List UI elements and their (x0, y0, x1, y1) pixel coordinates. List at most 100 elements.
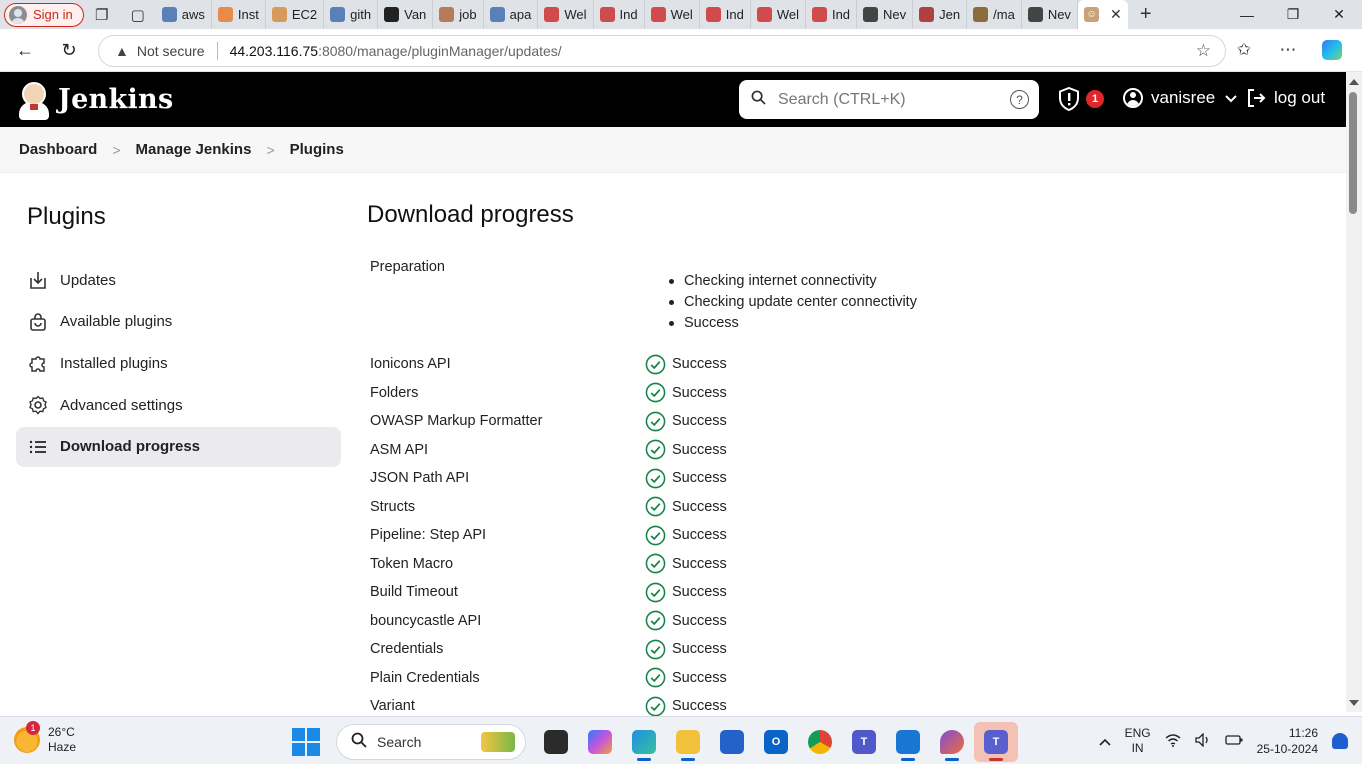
slash-icon (756, 7, 772, 22)
refresh-icon[interactable]: ↻ (47, 32, 91, 68)
url-field[interactable]: ▲ Not secure 44.203.116.75:8080/manage/p… (98, 35, 1226, 67)
plugin-row: Structs Success (370, 493, 970, 522)
browser-tab-label: Ind (831, 7, 851, 22)
taskbar-search[interactable]: Search (336, 724, 526, 760)
browser-tab[interactable]: gith (324, 0, 379, 29)
sidebar-item-installed-plugins[interactable]: Installed plugins (16, 343, 341, 383)
chevron-up-icon[interactable] (1099, 733, 1111, 749)
browser-tab[interactable]: Ind (700, 0, 751, 29)
jenkins-brand: Jenkins (58, 84, 174, 115)
clock[interactable]: 11:26 25-10-2024 (1257, 725, 1318, 757)
workspaces-icon[interactable]: ❐ (84, 1, 120, 29)
chrome-app[interactable] (798, 722, 842, 762)
breadcrumb-manage-jenkins[interactable]: Manage Jenkins (136, 141, 252, 158)
browser-tab[interactable]: aws (156, 0, 212, 29)
notification-bell-icon[interactable] (1332, 733, 1348, 749)
more-menu-icon[interactable]: ⋯ (1266, 32, 1310, 68)
plugin-status-label: Success (672, 413, 727, 430)
search-icon (351, 732, 367, 752)
breadcrumb-plugins[interactable]: Plugins (290, 141, 344, 158)
list-icon (28, 437, 48, 457)
address-bar-row: ← ↻ ▲ Not secure 44.203.116.75:8080/mana… (0, 29, 1362, 72)
store-app[interactable] (710, 722, 754, 762)
wifi-icon[interactable] (1165, 733, 1181, 750)
taskbar-apps: Search O T T (290, 722, 1018, 762)
jenkins-home-link[interactable]: Jenkins (18, 80, 173, 120)
close-tab-icon[interactable]: ✕ (1110, 6, 1122, 23)
back-arrow-icon[interactable]: ← (3, 32, 47, 68)
battery-icon[interactable] (1224, 733, 1243, 749)
browser-tab[interactable]: Ind (806, 0, 858, 29)
preparation-label: Preparation (370, 259, 445, 275)
active-tab[interactable]: ☺ ✕ (1077, 0, 1128, 29)
edge-app[interactable] (622, 722, 666, 762)
browser-tab-label: job (459, 7, 477, 22)
favorite-star-icon[interactable]: ☆ (1196, 41, 1211, 61)
browser-tab[interactable]: Ind (594, 0, 645, 29)
browser-tab[interactable]: job (433, 0, 484, 29)
file-explorer-app[interactable] (666, 722, 710, 762)
url-path: :8080/manage/pluginManager/updates/ (318, 43, 562, 59)
minimize-icon[interactable]: — (1224, 0, 1270, 29)
security-warnings-button[interactable]: 1 (1058, 87, 1104, 111)
breadcrumb-dashboard[interactable]: Dashboard (19, 141, 97, 158)
outlook-app[interactable]: O (754, 722, 798, 762)
browser-tab[interactable]: Jen (913, 0, 968, 29)
language-indicator[interactable]: ENG IN (1125, 726, 1151, 756)
vertical-scrollbar[interactable] (1346, 72, 1362, 712)
sign-in-button[interactable]: Sign in (4, 2, 84, 27)
temperature: 26°C (48, 725, 75, 739)
plugin-status: Success (645, 468, 727, 489)
task-view-app[interactable] (534, 722, 578, 762)
copilot-app[interactable] (578, 722, 622, 762)
success-check-icon (645, 639, 666, 660)
scrollbar-thumb[interactable] (1349, 92, 1357, 214)
folder-icon (676, 730, 700, 754)
browser-tab[interactable]: Wel (645, 0, 700, 29)
plugin-status-label: Success (672, 584, 727, 601)
plugin-status-label: Success (672, 612, 727, 629)
search-input[interactable] (778, 90, 998, 109)
plugin-name: Build Timeout (370, 584, 458, 601)
weather-widget[interactable]: 1 26°C Haze (14, 721, 76, 755)
browser-tab[interactable]: Van (378, 0, 434, 29)
windows-start-icon[interactable] (292, 728, 320, 756)
browser-tab[interactable]: Inst (212, 0, 266, 29)
plugin-status: Success (645, 696, 727, 717)
sidebar-item-available-plugins[interactable]: Available plugins (16, 302, 341, 342)
copilot-icon[interactable] (1310, 32, 1354, 68)
browser-tab[interactable]: Wel (751, 0, 806, 29)
browser-tab[interactable]: Nev (857, 0, 914, 29)
clock-time: 11:26 (1288, 726, 1318, 740)
favorites-icon[interactable]: ✩ (1222, 32, 1266, 68)
sidebar-item-advanced-settings[interactable]: Advanced settings (16, 385, 341, 425)
puzzle-icon (28, 353, 48, 373)
tab-actions-icon[interactable]: ▢ (120, 1, 156, 29)
shopping-bag-icon (28, 312, 48, 332)
paint-app[interactable] (930, 722, 974, 762)
search-icon (161, 7, 177, 22)
new-tab-button[interactable]: + (1128, 3, 1164, 26)
search-icon (489, 7, 505, 22)
logout-link[interactable]: log out (1246, 88, 1325, 108)
sidebar-item-updates[interactable]: Updates (16, 260, 341, 300)
volume-icon[interactable] (1194, 731, 1211, 750)
sidebar-item-download-progress[interactable]: Download progress (16, 426, 341, 467)
teams-app[interactable]: T (842, 722, 886, 762)
close-window-icon[interactable]: ✕ (1316, 0, 1362, 29)
browser-tab[interactable]: EC2 (266, 0, 325, 29)
user-menu[interactable]: vanisree (1123, 88, 1237, 108)
browser-tab[interactable]: /ma (967, 0, 1022, 29)
browser-tab[interactable]: Nev (1022, 0, 1078, 29)
browser-tab-label: aws (181, 7, 205, 22)
success-check-icon (645, 439, 666, 460)
browser-tab[interactable]: apa (484, 0, 539, 29)
notepad-app[interactable] (886, 722, 930, 762)
teams-alert-app[interactable]: T (974, 722, 1018, 762)
browser-tab[interactable]: Wel (538, 0, 594, 29)
warning-icon[interactable]: ▲ (115, 43, 129, 59)
scroll-down-arrow-icon[interactable] (1349, 700, 1359, 706)
help-icon[interactable]: ? (1010, 90, 1029, 109)
restore-icon[interactable]: ❐ (1270, 0, 1316, 29)
scroll-up-arrow-icon[interactable] (1349, 79, 1359, 85)
